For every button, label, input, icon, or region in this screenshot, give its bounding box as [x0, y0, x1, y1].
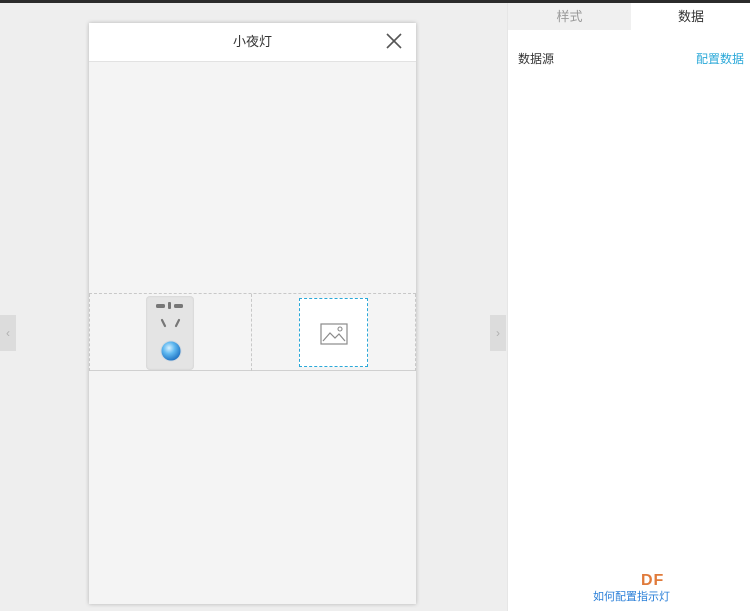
- phone-preview: 小夜灯: [89, 23, 416, 604]
- phone-header: 小夜灯: [89, 23, 416, 62]
- design-canvas: ‹ › 小夜灯: [0, 3, 507, 611]
- datasource-label: 数据源: [518, 52, 555, 66]
- datasource-row: 数据源 配置数据: [518, 50, 744, 68]
- page-title: 小夜灯: [232, 34, 272, 49]
- configure-data-link[interactable]: 配置数据: [696, 50, 744, 67]
- tab-data[interactable]: 数据: [631, 3, 750, 30]
- tab-style[interactable]: 样式: [508, 3, 631, 30]
- chevron-right-icon[interactable]: ›: [490, 315, 506, 351]
- grid-row: [89, 293, 416, 371]
- panel-tabs: 样式 数据: [508, 3, 750, 30]
- image-placeholder[interactable]: [299, 298, 368, 367]
- grid-cell-socket[interactable]: [89, 294, 252, 371]
- properties-panel: 样式 数据 数据源 配置数据: [507, 3, 750, 611]
- grid-cell-image[interactable]: [252, 294, 416, 371]
- chevron-left-icon[interactable]: ‹: [0, 315, 16, 351]
- close-icon[interactable]: [386, 33, 402, 49]
- power-socket-icon[interactable]: [146, 296, 194, 370]
- watermark-text: 如何配置指示灯: [593, 591, 670, 603]
- image-placeholder-icon: [320, 323, 348, 345]
